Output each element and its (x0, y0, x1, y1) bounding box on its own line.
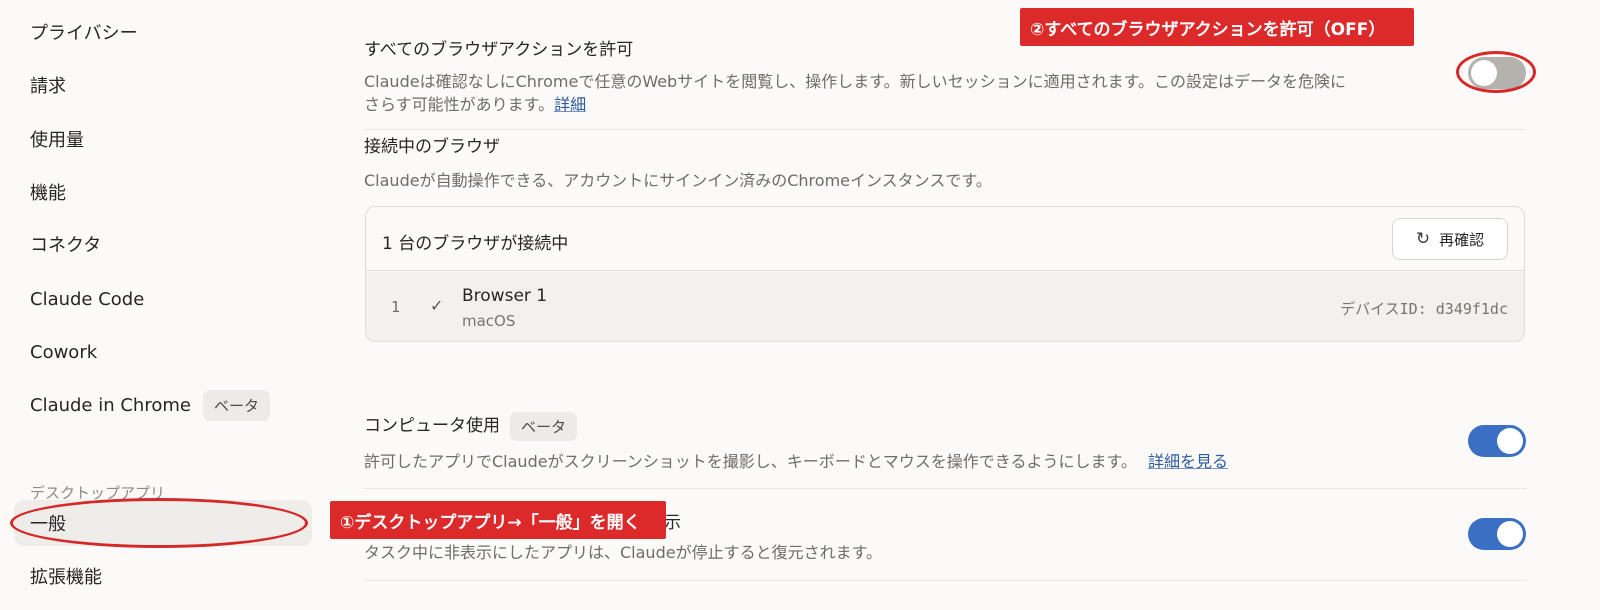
check-icon: ✓ (430, 296, 444, 315)
sidebar-item-usage[interactable]: 使用量 (14, 116, 312, 162)
sidebar-item-connectors[interactable]: コネクタ (14, 221, 312, 267)
toggle-knob (1497, 521, 1523, 547)
learn-more-link[interactable]: 詳細 (554, 95, 586, 114)
sidebar-item-extensions[interactable]: 拡張機能 (14, 553, 312, 599)
annotation-callout-1: ①デスクトップアプリ→「一般」を開く (330, 501, 666, 539)
toggle-knob (1497, 428, 1523, 454)
description-line-1: Claudeは確認なしにChromeで任意のWebサイトを閲覧し、操作します。新… (364, 72, 1347, 91)
device-id: デバイスID: d349f1dc (1340, 300, 1508, 318)
browser-index: 1 (391, 298, 401, 316)
recheck-label: 再確認 (1439, 230, 1485, 249)
divider (364, 129, 1526, 130)
sidebar-item-claude-code[interactable]: Claude Code (14, 276, 312, 322)
connected-browsers-card: 1 台のブラウザが接続中 ↻ 再確認 1 ✓ Browser 1 macOS デ… (365, 206, 1525, 342)
hide-apps-description: タスク中に非表示にしたアプリは、Claudeが停止すると復元されます。 (364, 543, 882, 562)
computer-use-description: 許可したアプリでClaudeがスクリーンショットを撮影し、キーボードとマウスを操… (364, 450, 1228, 473)
sidebar-item-features[interactable]: 機能 (14, 169, 312, 215)
beta-badge: ベータ (510, 411, 578, 441)
refresh-icon: ↻ (1415, 229, 1431, 249)
connected-browsers-title: 接続中のブラウザ (364, 137, 500, 157)
recheck-button[interactable]: ↻ 再確認 (1392, 218, 1508, 260)
sidebar-item-label: 拡張機能 (30, 567, 102, 588)
computer-use-toggle[interactable] (1468, 425, 1526, 457)
sidebar-item-cowork[interactable]: Cowork (14, 329, 312, 375)
sidebar-item-label: 機能 (30, 183, 66, 204)
sidebar-item-claude-in-chrome[interactable]: Claude in Chrome ベータ (14, 382, 312, 428)
settings-page: プライバシー 請求 使用量 機能 コネクタ Claude Code Cowork… (0, 0, 1600, 610)
sidebar-item-label: Claude Code (30, 288, 145, 310)
beta-badge: ベータ (202, 389, 270, 421)
description-line-2: さらす可能性があります。詳細 (364, 93, 1346, 116)
computer-use-title-text: コンピュータ使用 (364, 416, 500, 436)
sidebar-item-label: プライバシー (30, 23, 138, 44)
card-header: 1 台のブラウザが接続中 ↻ 再確認 (366, 207, 1524, 271)
sidebar-item-privacy[interactable]: プライバシー (14, 9, 312, 55)
divider (364, 488, 1526, 489)
browser-row: 1 ✓ Browser 1 macOS デバイスID: d349f1dc (366, 272, 1524, 341)
highlight-ring-toggle (1456, 51, 1536, 93)
annotation-callout-2: ②すべてのブラウザアクションを許可（OFF） (1020, 8, 1414, 46)
sidebar-item-label: コネクタ (30, 235, 102, 256)
sidebar-item-billing[interactable]: 請求 (14, 62, 312, 108)
divider (364, 580, 1526, 581)
connected-browsers-description: Claudeが自動操作できる、アカウントにサインイン済みのChromeインスタン… (364, 171, 992, 190)
description-line-2-text: さらす可能性があります。 (364, 95, 555, 114)
sidebar-item-label: 使用量 (30, 130, 84, 151)
browser-os: macOS (462, 312, 516, 330)
sidebar-item-label: Claude in Chrome (30, 394, 191, 416)
highlight-ring-general (10, 498, 308, 548)
allow-all-actions-title: すべてのブラウザアクションを許可 (364, 40, 634, 60)
hide-apps-title: 示 (664, 513, 681, 533)
learn-more-link[interactable]: 詳細を見る (1148, 452, 1228, 471)
hide-apps-toggle[interactable] (1468, 518, 1526, 550)
computer-use-title: コンピュータ使用 ベータ (364, 411, 578, 441)
browser-name: Browser 1 (462, 286, 548, 306)
connected-count: 1 台のブラウザが接続中 (382, 234, 569, 254)
allow-all-actions-description: Claudeは確認なしにChromeで任意のWebサイトを閲覧し、操作します。新… (364, 70, 1346, 116)
computer-use-description-text: 許可したアプリでClaudeがスクリーンショットを撮影し、キーボードとマウスを操… (364, 452, 1137, 471)
sidebar-item-label: 請求 (30, 76, 66, 97)
sidebar-item-label: Cowork (30, 341, 98, 363)
